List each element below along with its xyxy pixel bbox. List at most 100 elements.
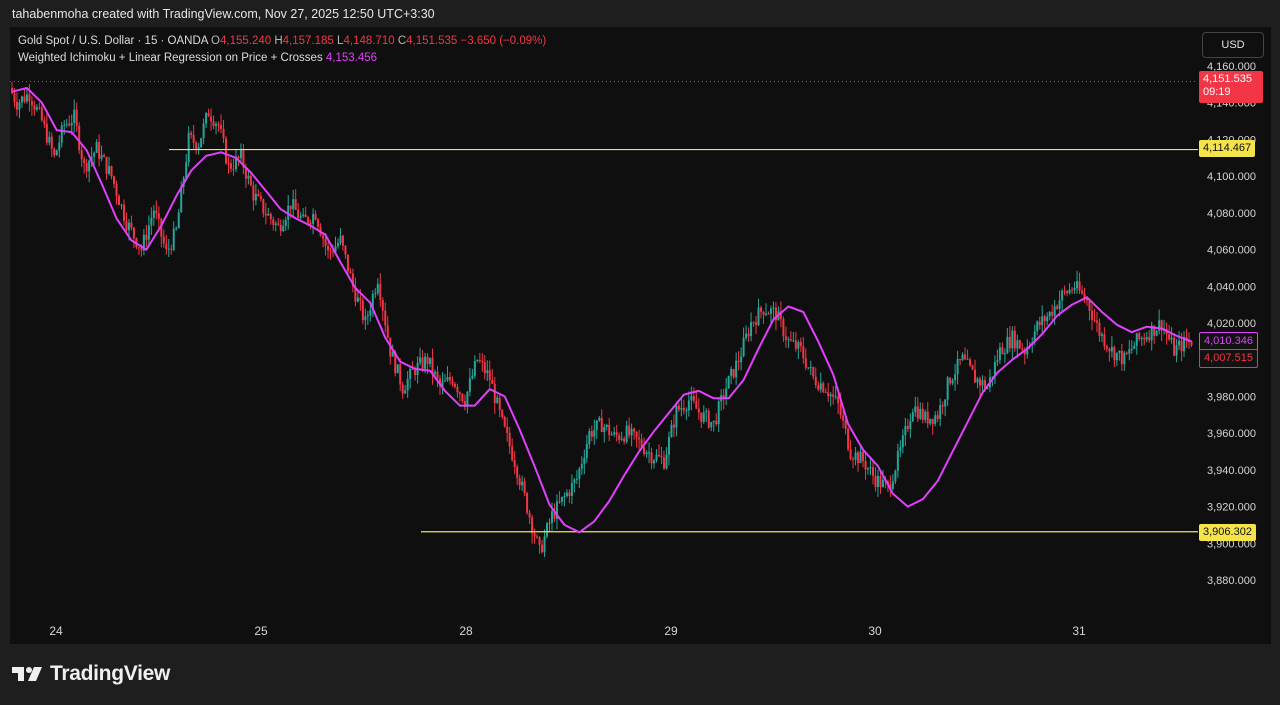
candle-body [1006,336,1009,354]
price-chart[interactable]: 3,880.0003,900.0003,920.0003,940.0003,96… [10,27,1271,644]
candle-body [550,511,553,523]
candle-body [874,475,877,488]
candle-body [717,401,720,425]
candle-body [824,391,827,393]
candle-body [541,544,544,553]
indicator-name[interactable]: Weighted Ichimoku + Linear Regression on… [18,52,323,64]
candle-body [145,234,148,240]
regression-price-tag: 4,007.515 [1199,349,1258,368]
candle-body [28,94,31,101]
candle-body [762,311,765,315]
candle-body [829,394,832,397]
candle-body [45,123,48,143]
candle-body [675,405,678,428]
candle-body [336,243,339,247]
candle-body [284,220,287,227]
candle-body [946,377,949,400]
close-label: C [397,35,407,47]
candle-body [725,388,728,399]
candle-body [538,537,541,545]
candle-body [461,393,464,402]
candle-body [598,417,601,421]
candle-body [657,454,660,457]
candle-body [737,360,740,363]
candle-body [292,199,295,210]
candle-body [740,356,743,363]
candle-body [655,454,658,461]
candle-body [978,378,981,386]
tradingview-logo[interactable]: TradingView [12,662,170,686]
candle-body [854,452,857,460]
candle-body [1041,316,1044,326]
candle-body [660,456,663,458]
currency-button[interactable]: USD [1202,32,1264,58]
candle-body [919,408,922,419]
candle-body [446,376,449,381]
candle-body [508,432,511,447]
candle-body [458,392,461,394]
candle-body [212,121,215,127]
candle-body [951,380,954,384]
candle-body [419,357,422,363]
candle-body [501,410,504,418]
candle-body [531,517,534,534]
candle-body [277,223,280,225]
candle-body [1098,322,1101,336]
symbol-name[interactable]: Gold Spot / U.S. Dollar · 15 · OANDA [18,35,208,47]
candle-body [548,522,551,524]
high-label: H [274,35,283,47]
candle-body [167,248,170,250]
candle-body [635,431,638,438]
x-tick-label: 28 [459,624,473,638]
candle-body [528,512,531,518]
y-tick-label: 3,940.000 [1207,465,1256,477]
candle-body [274,223,277,225]
candle-body [735,360,738,378]
candle-body [456,386,459,393]
candle-body [764,313,767,315]
x-tick-label: 30 [868,624,882,638]
candle-body [152,210,155,218]
candle-body [526,493,529,513]
chart-area[interactable]: 3,880.000 3,900.000 3,920.000 3,940.000 3,96… [10,27,1271,644]
candle-body [1001,347,1004,355]
candle-body [374,293,377,295]
candle-body [503,417,506,427]
candle-body [33,105,36,110]
candle-body [705,410,708,413]
candle-body [817,385,820,390]
candle-body [361,300,364,321]
candle-body [1073,288,1076,291]
candle-body [697,408,700,413]
candle-body [88,160,91,172]
candle-body [543,536,546,553]
candle-body [401,384,404,394]
candle-body [608,424,611,436]
candle-body [630,428,633,436]
candle-body [648,452,651,454]
y-tick-label: 4,060.000 [1207,245,1256,257]
candle-body [1090,310,1093,320]
candle-body [819,383,822,390]
candle-body [120,204,123,206]
candle-body [896,450,899,471]
y-tick-label: 4,100.000 [1207,171,1256,183]
candle-body [949,377,952,384]
candle-body [252,185,255,201]
candle-body [710,421,713,428]
candle-body [1053,306,1056,316]
candle-body [157,213,160,219]
candle-body [307,217,310,223]
candle-body [210,116,213,122]
candle-body [150,217,153,226]
candle-body [267,213,270,216]
candle-body [590,431,593,437]
candle-body [1105,346,1108,349]
candle-body [43,120,46,124]
candle-body [481,361,484,363]
candle-body [879,475,882,487]
candle-body [588,431,591,444]
candle-body [916,406,919,419]
candle-body [1056,306,1059,309]
candle-body [83,159,86,164]
